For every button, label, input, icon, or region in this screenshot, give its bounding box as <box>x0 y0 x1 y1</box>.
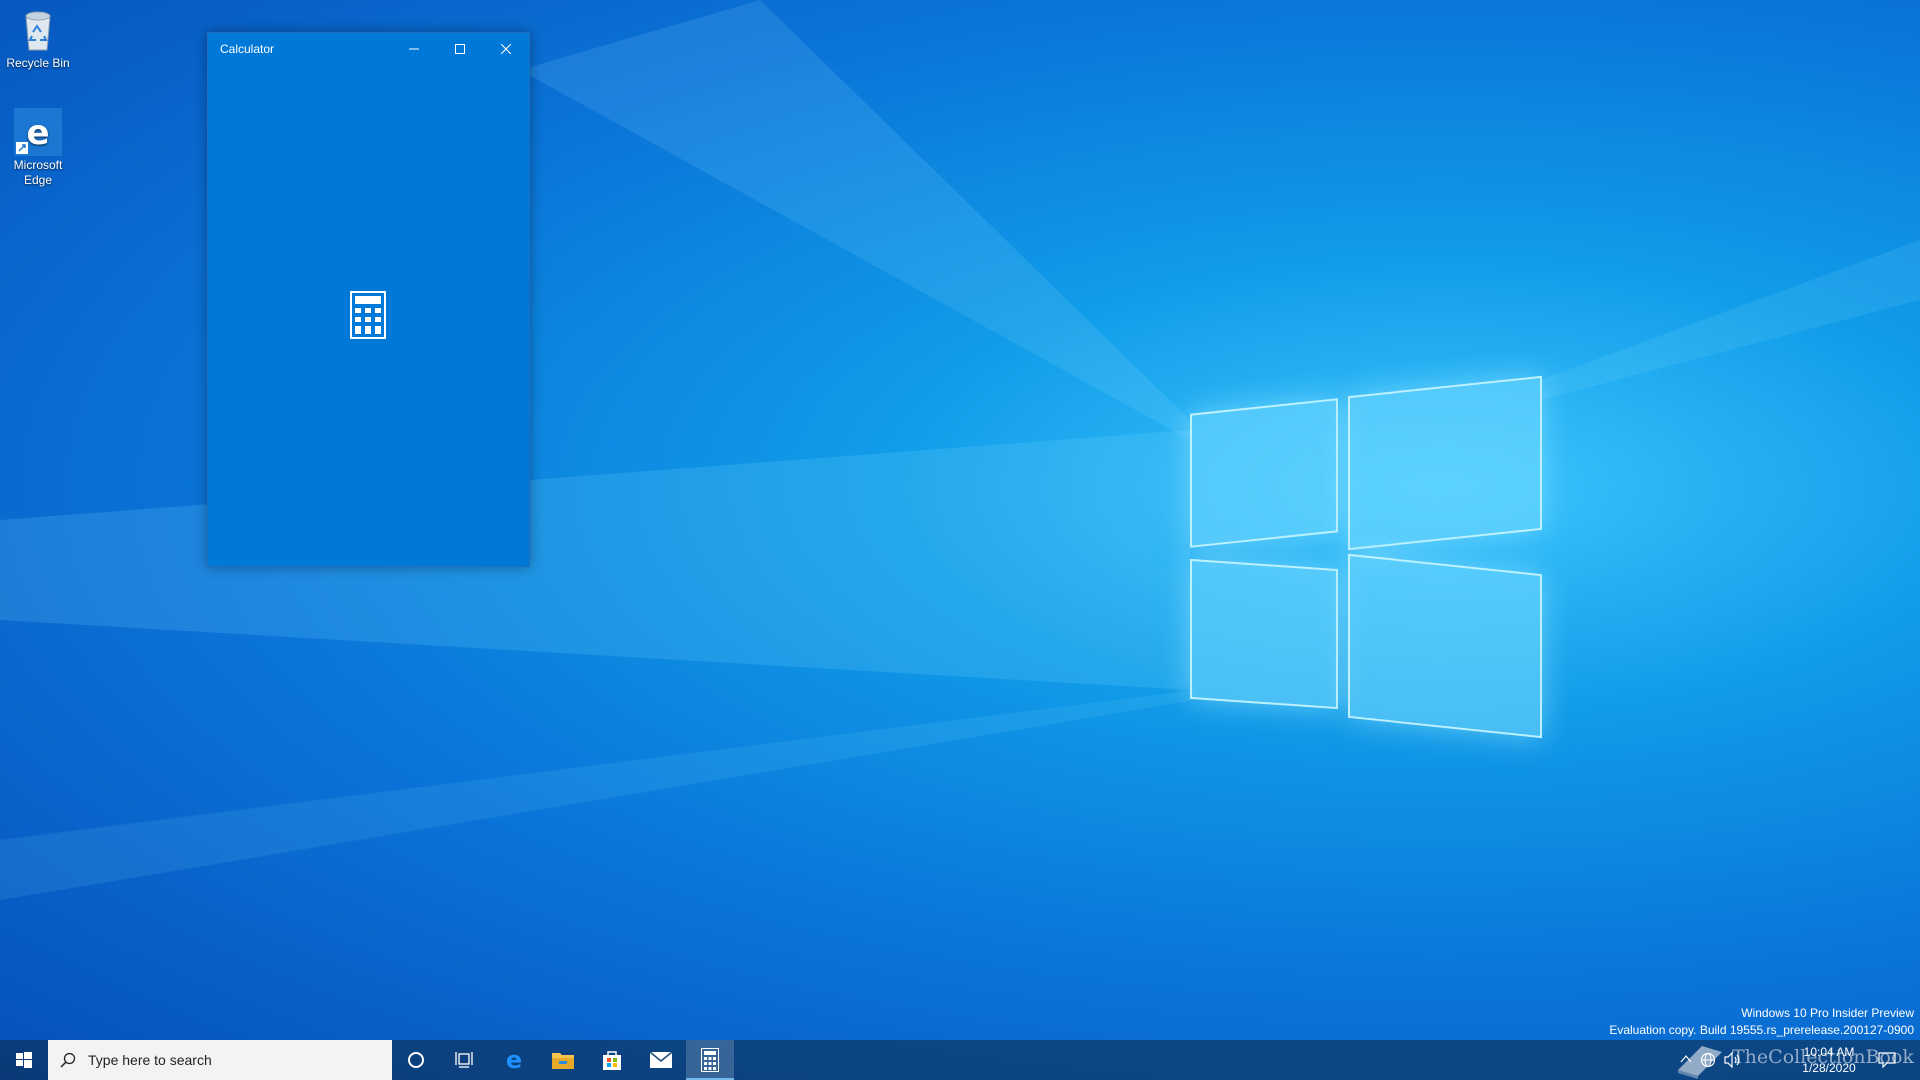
calculator-splash-icon <box>350 291 386 339</box>
mail-icon <box>649 1051 673 1068</box>
minimize-icon <box>409 48 419 50</box>
search-placeholder: Type here to search <box>88 1052 212 1068</box>
desktop-icon-label: Microsoft Edge <box>13 158 63 187</box>
taskbar: Type here to search e <box>0 1040 1920 1080</box>
minimize-button[interactable] <box>391 33 437 65</box>
close-icon <box>501 44 511 54</box>
network-icon[interactable] <box>1700 1052 1716 1068</box>
start-button[interactable] <box>0 1040 48 1080</box>
maximize-button[interactable] <box>437 33 483 65</box>
svg-text:e: e <box>26 113 49 153</box>
close-button[interactable] <box>483 33 529 65</box>
notifications-icon[interactable] <box>1878 1052 1896 1068</box>
task-view-icon <box>455 1052 473 1068</box>
taskbar-calculator-button[interactable] <box>686 1040 734 1080</box>
clock-time: 10:04 AM <box>1803 1045 1855 1059</box>
watermark-line-2: Evaluation copy. Build 19555.rs_prerelea… <box>1609 1023 1914 1037</box>
file-explorer-icon <box>552 1053 574 1069</box>
desktop-icon-microsoft-edge[interactable]: e Microsoft Edge <box>0 108 76 188</box>
calculator-titlebar[interactable]: Calculator <box>208 33 529 65</box>
clock-date: 1/28/2020 <box>1802 1061 1856 1075</box>
desktop-icon-recycle-bin[interactable]: Recycle Bin <box>0 6 76 71</box>
cortana-icon <box>408 1052 424 1068</box>
task-view-button[interactable] <box>440 1040 488 1080</box>
svg-text:e: e <box>506 1048 522 1072</box>
edge-icon: e <box>506 1048 522 1072</box>
taskbar-mail-button[interactable] <box>637 1040 685 1080</box>
store-icon <box>603 1051 621 1070</box>
search-box[interactable]: Type here to search <box>48 1040 392 1080</box>
taskbar-clock[interactable]: 10:04 AM 1/28/2020 <box>1794 1044 1864 1076</box>
window-title: Calculator <box>220 42 275 56</box>
calculator-window[interactable]: Calculator <box>207 32 530 567</box>
start-icon <box>16 1052 32 1068</box>
maximize-icon <box>455 44 465 54</box>
taskbar-edge-button[interactable]: e <box>490 1040 538 1080</box>
calculator-icon <box>701 1048 719 1072</box>
volume-icon[interactable] <box>1724 1052 1742 1068</box>
search-icon <box>60 1052 76 1068</box>
evaluation-watermark: Windows 10 Pro Insider Preview Evaluatio… <box>1609 1005 1914 1039</box>
recycle-bin-icon <box>14 6 62 54</box>
cortana-button[interactable] <box>392 1040 440 1080</box>
watermark-line-1: Windows 10 Pro Insider Preview <box>1741 1006 1914 1020</box>
edge-icon: e <box>14 108 62 156</box>
taskbar-file-explorer-button[interactable] <box>539 1040 587 1080</box>
show-hidden-icons-icon[interactable] <box>1680 1054 1692 1064</box>
wallpaper-windows-logo <box>1190 375 1542 740</box>
desktop-icon-label: Recycle Bin <box>6 56 70 70</box>
taskbar-store-button[interactable] <box>588 1040 636 1080</box>
